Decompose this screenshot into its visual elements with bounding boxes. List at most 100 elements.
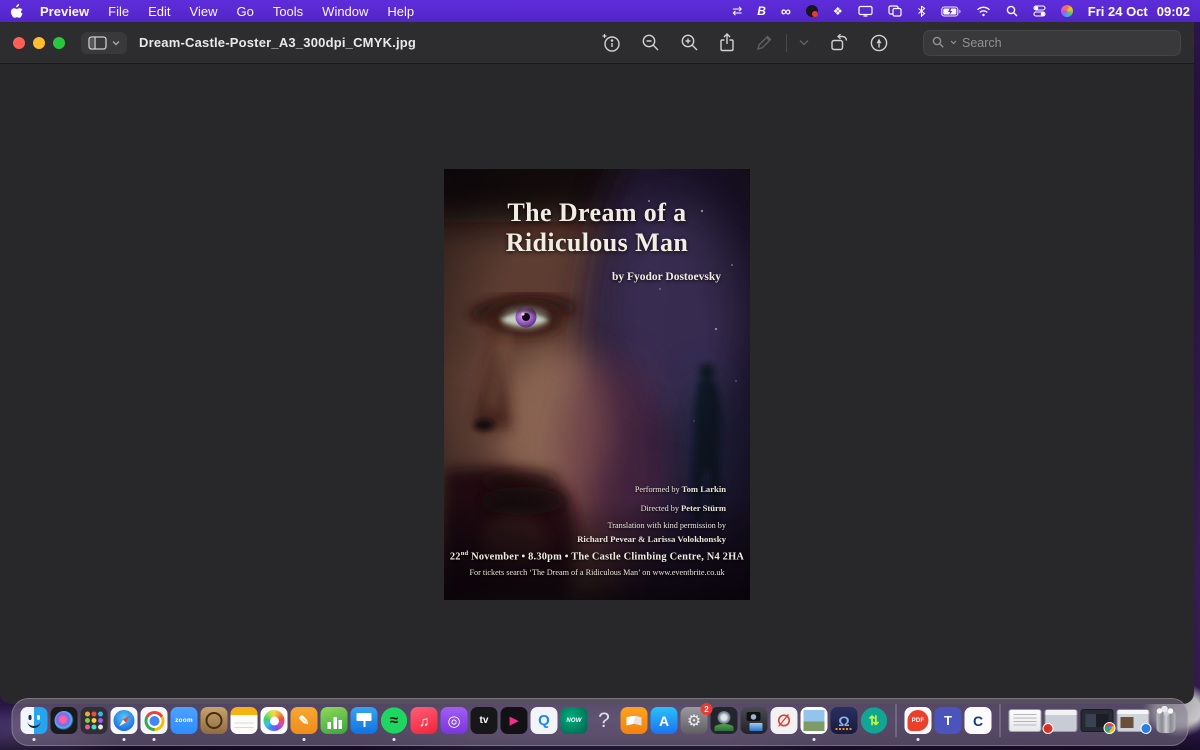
apple-menu-icon[interactable] — [10, 4, 23, 19]
photo-viewer-dock-icon[interactable] — [801, 707, 828, 734]
image-capture-icon — [741, 707, 768, 734]
quicktime-icon: Q — [531, 707, 558, 734]
poster-title: The Dream of a Ridiculous Man — [444, 198, 750, 258]
pdf-expert-icon: PDF — [905, 707, 932, 734]
zoom-in-icon[interactable] — [680, 33, 699, 52]
podcasts-dock-icon[interactable]: ◎ — [441, 707, 468, 734]
photos-dock-icon[interactable] — [261, 707, 288, 734]
wifi-status-icon[interactable] — [976, 3, 991, 19]
menu-bar: Preview File Edit View Go Tools Window H… — [0, 0, 1200, 22]
creative-cloud-status-icon[interactable]: ∞ — [781, 3, 791, 19]
spotlight-search-icon[interactable] — [1006, 3, 1018, 19]
keynote-dock-icon[interactable] — [351, 707, 378, 734]
menu-item-go[interactable]: Go — [236, 4, 253, 19]
missing-app-dock-icon[interactable]: ? — [591, 707, 618, 734]
control-center-icon[interactable] — [1033, 3, 1046, 19]
menu-item-file[interactable]: File — [108, 4, 129, 19]
info-inspector-icon[interactable] — [601, 33, 621, 52]
video-player-icon: ▶ — [501, 707, 528, 734]
markup-options-chevron-icon[interactable] — [799, 39, 809, 46]
zoom-dock-icon[interactable]: zoom — [171, 707, 198, 734]
image-capture-dock-icon[interactable] — [741, 707, 768, 734]
poster-byline: by Fyodor Dostoevsky — [612, 271, 721, 283]
credit-performed-by: Performed by Tom Larkin — [577, 484, 726, 494]
safari-dock-icon[interactable] — [111, 707, 138, 734]
finder-dock-icon[interactable] — [21, 707, 48, 734]
appstore-dock-icon[interactable]: A — [651, 707, 678, 734]
menu-item-preview[interactable]: Preview — [40, 4, 89, 19]
zoom-out-icon[interactable] — [641, 33, 660, 52]
color-profile-status-icon[interactable] — [1061, 3, 1073, 19]
min-document-dock-icon[interactable] — [1009, 709, 1042, 732]
contacts-dock-icon[interactable] — [201, 707, 228, 734]
pdf-expert-dock-icon[interactable]: PDF — [905, 707, 932, 734]
bluetooth-status-icon[interactable] — [917, 3, 926, 19]
missing-app-icon: ? — [591, 707, 618, 734]
share-icon[interactable] — [719, 33, 735, 52]
min-chrome-window-dock-icon[interactable] — [1081, 709, 1114, 732]
ccc-dock-icon[interactable]: C — [965, 707, 992, 734]
audacity-dock-icon[interactable]: Ω — [831, 707, 858, 734]
min-window-blue-dock-icon[interactable] — [1117, 709, 1150, 732]
appletv-dock-icon[interactable]: tv — [471, 707, 498, 734]
spotify-dock-icon[interactable]: ≈ — [381, 707, 408, 734]
quicktime-dock-icon[interactable]: Q — [531, 707, 558, 734]
sidebar-icon — [88, 36, 107, 50]
min-window-red-dock-icon[interactable] — [1045, 709, 1078, 732]
photo-editor-dock-icon[interactable] — [711, 707, 738, 734]
nowtv-icon: NOW — [561, 707, 588, 734]
dock-separator — [1000, 704, 1001, 737]
poster-title-line1: The Dream of a — [444, 198, 750, 228]
clock-time: 09:02 — [1157, 4, 1190, 19]
menu-item-edit[interactable]: Edit — [148, 4, 170, 19]
trash-dock-icon[interactable] — [1153, 707, 1180, 734]
window-title: Dream-Castle-Poster_A3_300dpi_CMYK.jpg — [139, 35, 416, 50]
menu-item-tools[interactable]: Tools — [273, 4, 303, 19]
stage-manager-status-icon[interactable] — [888, 3, 902, 19]
backblaze-status-icon[interactable]: B — [757, 3, 766, 19]
siri-icon — [51, 707, 78, 734]
display-status-icon[interactable] — [858, 3, 873, 19]
numbers-dock-icon[interactable] — [321, 707, 348, 734]
search-input[interactable] — [962, 36, 1172, 50]
markup-pen-icon[interactable] — [755, 33, 774, 52]
red-dot-app-status-icon[interactable] — [806, 3, 818, 19]
notes-dock-icon[interactable] — [231, 707, 258, 734]
photos-icon — [261, 707, 288, 734]
books-icon — [621, 707, 648, 734]
running-indicator — [813, 738, 816, 741]
music-dock-icon[interactable]: ♫ — [411, 707, 438, 734]
highlight-markup-icon[interactable] — [869, 33, 889, 53]
document-canvas: The Dream of a Ridiculous Man by Fyodor … — [0, 65, 1194, 704]
teams-icon: T — [935, 707, 962, 734]
clock-date: Fri 24 Oct — [1088, 4, 1148, 19]
menu-bar-clock[interactable]: Fri 24 Oct 09:02 — [1088, 4, 1190, 19]
settings-dock-icon[interactable]: ⚙2 — [681, 707, 708, 734]
minimize-button[interactable] — [33, 37, 45, 49]
menu-item-window[interactable]: Window — [322, 4, 368, 19]
books-dock-icon[interactable] — [621, 707, 648, 734]
launchpad-dock-icon[interactable] — [81, 707, 108, 734]
blocker-app-dock-icon[interactable]: ∅ — [771, 707, 798, 734]
sidebar-toggle-button[interactable] — [81, 32, 127, 54]
audacity-icon: Ω — [831, 707, 858, 734]
close-button[interactable] — [13, 37, 25, 49]
pages-dock-icon[interactable]: ✎ — [291, 707, 318, 734]
siri-dock-icon[interactable] — [51, 707, 78, 734]
utility-cube-status-icon[interactable]: ❖ — [833, 3, 843, 19]
sync-status-icon[interactable]: ⇄ — [732, 3, 742, 19]
chrome-dock-icon[interactable] — [141, 707, 168, 734]
fullscreen-button[interactable] — [53, 37, 65, 49]
menu-item-view[interactable]: View — [190, 4, 218, 19]
settings-icon: ⚙2 — [681, 707, 708, 734]
nowtv-dock-icon[interactable]: NOW — [561, 707, 588, 734]
poster-event-details: 22nd November • 8.30pm • The Castle Clim… — [444, 550, 750, 562]
search-field[interactable] — [923, 30, 1181, 56]
rotate-left-icon[interactable] — [829, 33, 849, 52]
sync-app-dock-icon[interactable]: ⇅ — [861, 707, 888, 734]
teams-dock-icon[interactable]: T — [935, 707, 962, 734]
video-player-dock-icon[interactable]: ▶ — [501, 707, 528, 734]
menu-item-help[interactable]: Help — [387, 4, 414, 19]
chevron-down-icon — [112, 40, 120, 46]
battery-status-icon[interactable] — [941, 3, 961, 19]
